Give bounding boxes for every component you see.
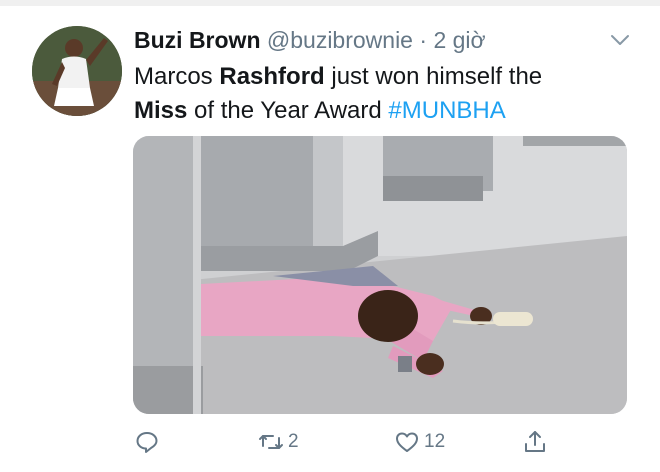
- chevron-down-icon[interactable]: [606, 26, 634, 54]
- tweet-header: Buzi Brown @buzibrownie · 2 giờ: [134, 26, 486, 54]
- text-bold-miss: Miss: [134, 97, 188, 124]
- separator-dot: ·: [419, 27, 428, 53]
- text-part-2: just won himself the: [324, 63, 543, 90]
- tweet-media-image[interactable]: [133, 136, 627, 414]
- avatar[interactable]: [32, 26, 122, 116]
- like-count: 12: [424, 431, 446, 452]
- reply-icon: [136, 432, 158, 453]
- top-divider: [0, 0, 660, 6]
- tweet-time[interactable]: 2 giờ: [433, 27, 485, 53]
- like-button[interactable]: 12: [394, 424, 445, 460]
- retweet-count: 2: [288, 431, 299, 452]
- hashtag-link[interactable]: #MUNBHA: [388, 97, 505, 124]
- text-bold-rashford: Rashford: [219, 63, 325, 90]
- text-part-1: Marcos: [134, 63, 220, 90]
- author-name[interactable]: Buzi Brown: [134, 27, 261, 53]
- reply-button[interactable]: [134, 424, 160, 460]
- retweet-button[interactable]: 2: [258, 424, 299, 460]
- office-photo: [133, 136, 627, 414]
- author-handle[interactable]: @buzibrownie: [267, 27, 413, 53]
- avatar-photo: [32, 26, 122, 116]
- heart-icon: [396, 432, 418, 452]
- retweet-icon: [259, 435, 283, 449]
- share-button[interactable]: [522, 424, 548, 460]
- share-icon: [525, 431, 545, 452]
- text-part-3: of the Year Award: [187, 97, 389, 124]
- tweet-actions: 2 12: [134, 424, 554, 460]
- tweet-text: Marcos Rashford just won himself the Mis…: [134, 60, 634, 128]
- tweet-card: Buzi Brown @buzibrownie · 2 giờ Marcos R…: [0, 0, 660, 472]
